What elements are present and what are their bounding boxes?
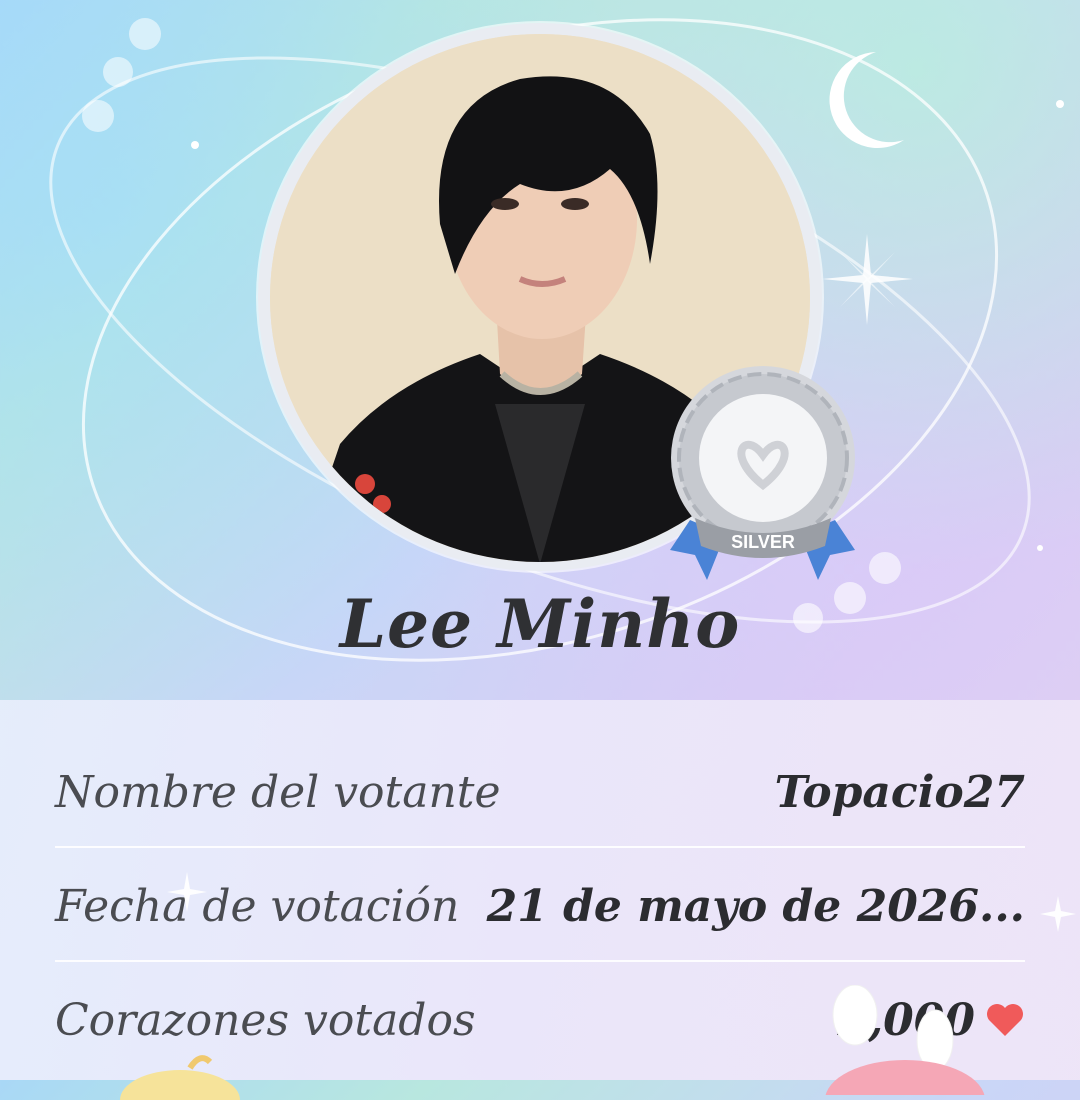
divider xyxy=(55,960,1025,962)
sparkle-icon xyxy=(1040,896,1076,932)
moon-icon xyxy=(829,52,904,148)
idol-name: Lee Minho xyxy=(339,585,741,663)
cartoon-chick-sticker xyxy=(120,1055,240,1100)
heart-icon xyxy=(987,1004,1023,1036)
hearts-voted-label: Corazones votados xyxy=(55,994,476,1046)
vote-date-value: 21 de mayo de 2026... xyxy=(486,880,1025,932)
voter-name-label: Nombre del votante xyxy=(55,766,501,818)
cartoon-bunny-sticker xyxy=(825,985,985,1095)
sparkle-icon xyxy=(167,872,207,912)
voter-name-value: Topacio27 xyxy=(774,766,1025,818)
sparkle-icon xyxy=(822,234,913,325)
divider xyxy=(55,846,1025,848)
vote-date-label: Fecha de votación xyxy=(55,880,460,932)
badge-label: SILVER xyxy=(731,532,795,552)
voter-name-row: Nombre del votante Topacio27 xyxy=(55,736,1025,848)
silver-badge-icon: SILVER xyxy=(670,366,855,580)
